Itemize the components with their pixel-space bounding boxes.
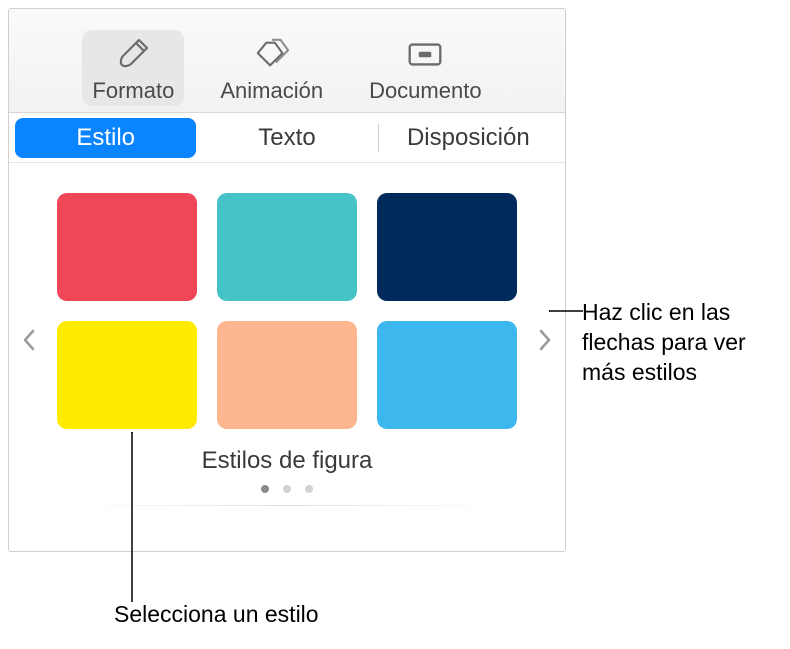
callout-arrows: Haz clic en las flechas para ver más est… [582,298,782,388]
chevron-left-icon [22,329,36,356]
pager-dot-2[interactable] [283,485,291,493]
style-swatch-5[interactable] [217,321,357,429]
chevron-right-icon [538,329,552,356]
leader-line-arrows [549,310,583,312]
paintbrush-icon [115,36,151,72]
inspector-toolbar: Formato Animación Documento [9,9,565,113]
tab-style-label: Estilo [76,124,135,152]
document-tab-button[interactable]: Documento [359,30,492,106]
slide-icon [407,36,443,72]
animation-tab-button[interactable]: Animación [210,30,333,106]
pager-dot-3[interactable] [305,485,313,493]
divider-line [71,505,503,506]
tab-style[interactable]: Estilo [15,118,196,158]
diamond-icon [254,36,290,72]
style-swatch-grid [53,193,521,429]
styles-pager [53,485,521,493]
tab-text[interactable]: Texto [196,118,377,158]
style-swatch-4[interactable] [57,321,197,429]
animation-tab-label: Animación [220,78,323,104]
shape-styles-heading: Estilos de figura [53,447,521,475]
format-tab-label: Formato [92,78,174,104]
tab-arrange[interactable]: Disposición [378,118,559,158]
tab-arrange-label: Disposición [407,124,530,152]
format-segmented-control: Estilo Texto Disposición [9,113,565,163]
next-styles-arrow[interactable] [535,328,555,358]
style-swatch-2[interactable] [217,193,357,301]
shape-styles-section: Estilos de figura [9,163,565,516]
style-swatch-3[interactable] [377,193,517,301]
prev-styles-arrow[interactable] [19,328,39,358]
format-tab-button[interactable]: Formato [82,30,184,106]
document-tab-label: Documento [369,78,482,104]
format-inspector-panel: Formato Animación Documento Estilo [8,8,566,552]
pager-dot-1[interactable] [261,485,269,493]
leader-line-select [131,432,133,602]
style-swatch-1[interactable] [57,193,197,301]
tab-text-label: Texto [258,124,315,152]
callout-select: Selecciona un estilo [114,600,319,630]
style-swatch-6[interactable] [377,321,517,429]
